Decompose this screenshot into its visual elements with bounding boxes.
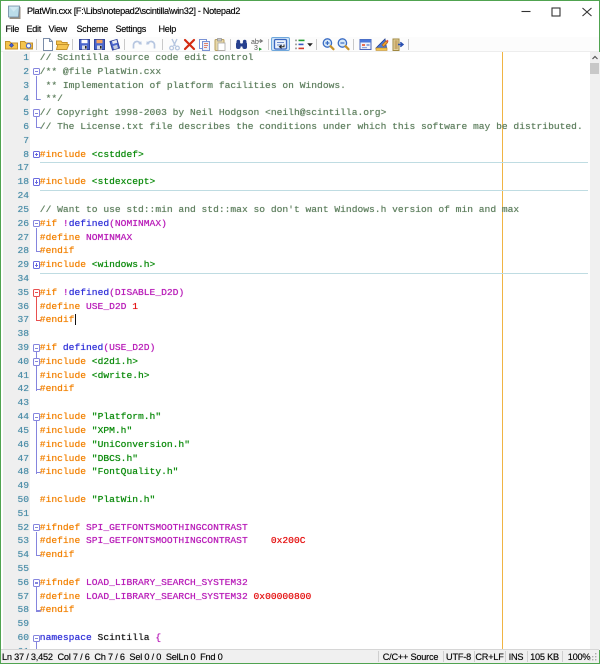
svg-text:3: 3	[254, 45, 258, 52]
